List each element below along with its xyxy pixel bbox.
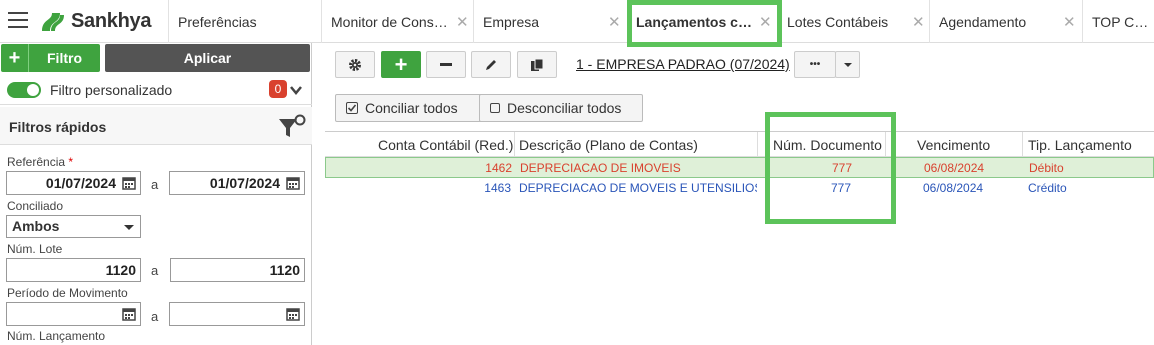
settings-button[interactable] [335,51,375,78]
checkbox-checked-icon [346,102,358,114]
quick-filters-header: Filtros rápidos [0,107,312,145]
calendar-icon[interactable] [286,307,300,321]
edit-button[interactable] [471,51,511,78]
company-link[interactable]: 1 - EMPRESA PADRAO (07/2024) [576,56,790,72]
tab-agendamento[interactable]: Agendamento ✕ [929,0,1079,43]
col-vencimento[interactable]: Vencimento [917,137,990,153]
top-bar: Sankhya Preferências Monitor de Consu...… [0,0,1154,43]
num-lote-label: Núm. Lote [7,242,63,256]
periodo-from-input[interactable] [6,302,141,326]
referencia-to-input[interactable]: 01/07/2024 [169,171,305,195]
filter-button[interactable]: + Filtro [1,44,100,72]
brand-name: Sankhya [71,9,152,32]
close-icon[interactable]: ✕ [456,13,469,31]
col-descricao[interactable]: Descrição (Plano de Contas) [519,137,698,153]
filter-panel: + Filtro Aplicar Filtro personalizado 0 … [0,43,312,345]
tab-lotes-contabeis[interactable]: Lotes Contábeis ✕ [778,0,928,43]
grid-header: Conta Contábil (Red.) Descrição (Plano d… [325,131,1154,158]
tab-lancamentos-contabeis[interactable]: Lançamentos co... ✕ [632,0,777,43]
sankhya-logo-icon [42,13,64,31]
close-icon[interactable]: ✕ [912,13,925,31]
conciliar-todos-button[interactable]: Conciliar todos [335,94,483,122]
chevron-down-icon[interactable] [289,83,303,97]
main-content: + 1 - EMPRESA PADRAO (07/2024) ••• Conci… [325,43,1154,345]
menu-icon[interactable] [8,12,28,30]
num-lote-to-input[interactable]: 1120 [170,258,305,282]
col-conta[interactable]: Conta Contábil (Red.) [378,137,513,153]
table-row[interactable]: 1462 DEPRECIACAO DE IMOVEIS 777 06/08/20… [325,157,1154,178]
num-lote-from-input[interactable]: 1120 [6,258,141,282]
pencil-icon [486,59,496,70]
filter-settings-icon[interactable] [277,113,307,141]
calendar-icon[interactable] [122,176,136,190]
col-documento[interactable]: Núm. Documento [773,137,882,153]
close-icon[interactable]: ✕ [1063,13,1076,31]
desconciliar-todos-button[interactable]: Desconciliar todos [479,94,643,122]
copy-icon [531,58,544,71]
tab-monitor-consulta[interactable]: Monitor de Consu... ✕ [321,0,471,43]
conciliado-select[interactable]: Ambos [6,215,141,238]
col-tipo[interactable]: Tip. Lançamento [1028,137,1132,153]
custom-filter-count-badge: 0 [269,80,287,98]
caret-down-icon [124,225,134,230]
calendar-icon[interactable] [122,307,136,321]
referencia-label: Referência * [7,155,74,169]
copy-button[interactable] [517,51,557,78]
custom-filter-row: Filtro personalizado 0 [0,75,312,105]
periodo-label: Período de Movimento [7,286,128,300]
conciliado-label: Conciliado [7,199,64,213]
gear-icon [349,58,361,71]
remove-button[interactable] [426,51,466,78]
tab-preferencias[interactable]: Preferências [168,0,318,43]
tab-top-conta[interactable]: TOP Conta [1082,0,1154,43]
calendar-icon[interactable] [286,176,300,190]
plus-icon: + [394,51,408,77]
apply-button[interactable]: Aplicar [105,44,310,72]
checkbox-empty-icon [490,103,500,113]
caret-down-icon [843,62,852,67]
more-options-dropdown[interactable] [835,51,860,78]
close-icon[interactable]: ✕ [608,13,621,31]
tab-empresa[interactable]: Empresa ✕ [473,0,628,43]
add-button[interactable]: + [381,51,421,78]
close-icon[interactable]: ✕ [759,13,772,31]
custom-filter-label: Filtro personalizado [50,82,173,98]
num-lancamento-label: Núm. Lançamento [7,329,106,343]
logo[interactable]: Sankhya [38,9,151,33]
more-options-button[interactable]: ••• [794,51,836,78]
minus-icon [440,62,452,66]
plus-icon: + [1,44,29,72]
quick-filters-title: Filtros rápidos [9,119,107,135]
table-row[interactable]: 1463 DEPRECIACAO DE MOVEIS E UTENSILIOS … [325,178,1154,199]
periodo-to-input[interactable] [169,302,305,326]
custom-filter-toggle[interactable] [7,82,41,98]
referencia-from-input[interactable]: 01/07/2024 [6,171,141,195]
